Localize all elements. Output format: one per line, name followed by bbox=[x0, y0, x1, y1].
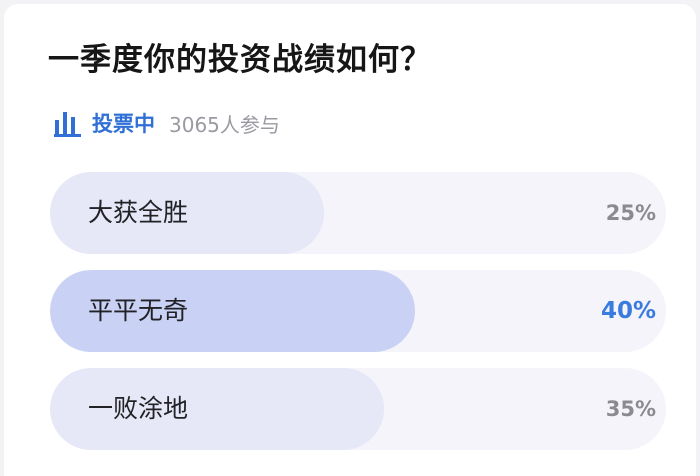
poll-status: 投票中 3065人参与 bbox=[54, 106, 280, 140]
status-label: 投票中 bbox=[92, 112, 155, 136]
poll-title: 一季度你的投资战绩如何？ bbox=[48, 42, 432, 78]
poll-card: 一季度你的投资战绩如何？ 投票中 3065人参与 大获全胜 25% 平平无奇 4… bbox=[4, 4, 696, 476]
bar-chart-icon bbox=[54, 108, 84, 138]
option-label: 平平无奇 bbox=[88, 296, 189, 325]
option-percent: 35% bbox=[605, 397, 656, 421]
option-percent: 25% bbox=[605, 201, 656, 225]
poll-option[interactable]: 大获全胜 25% bbox=[50, 172, 666, 254]
option-label: 大获全胜 bbox=[88, 198, 189, 227]
poll-option[interactable]: 平平无奇 40% bbox=[50, 270, 666, 352]
option-percent: 40% bbox=[600, 298, 656, 324]
poll-option[interactable]: 一败涂地 35% bbox=[50, 368, 666, 450]
option-label: 一败涂地 bbox=[88, 394, 189, 423]
participant-count: 3065人参与 bbox=[169, 112, 280, 137]
